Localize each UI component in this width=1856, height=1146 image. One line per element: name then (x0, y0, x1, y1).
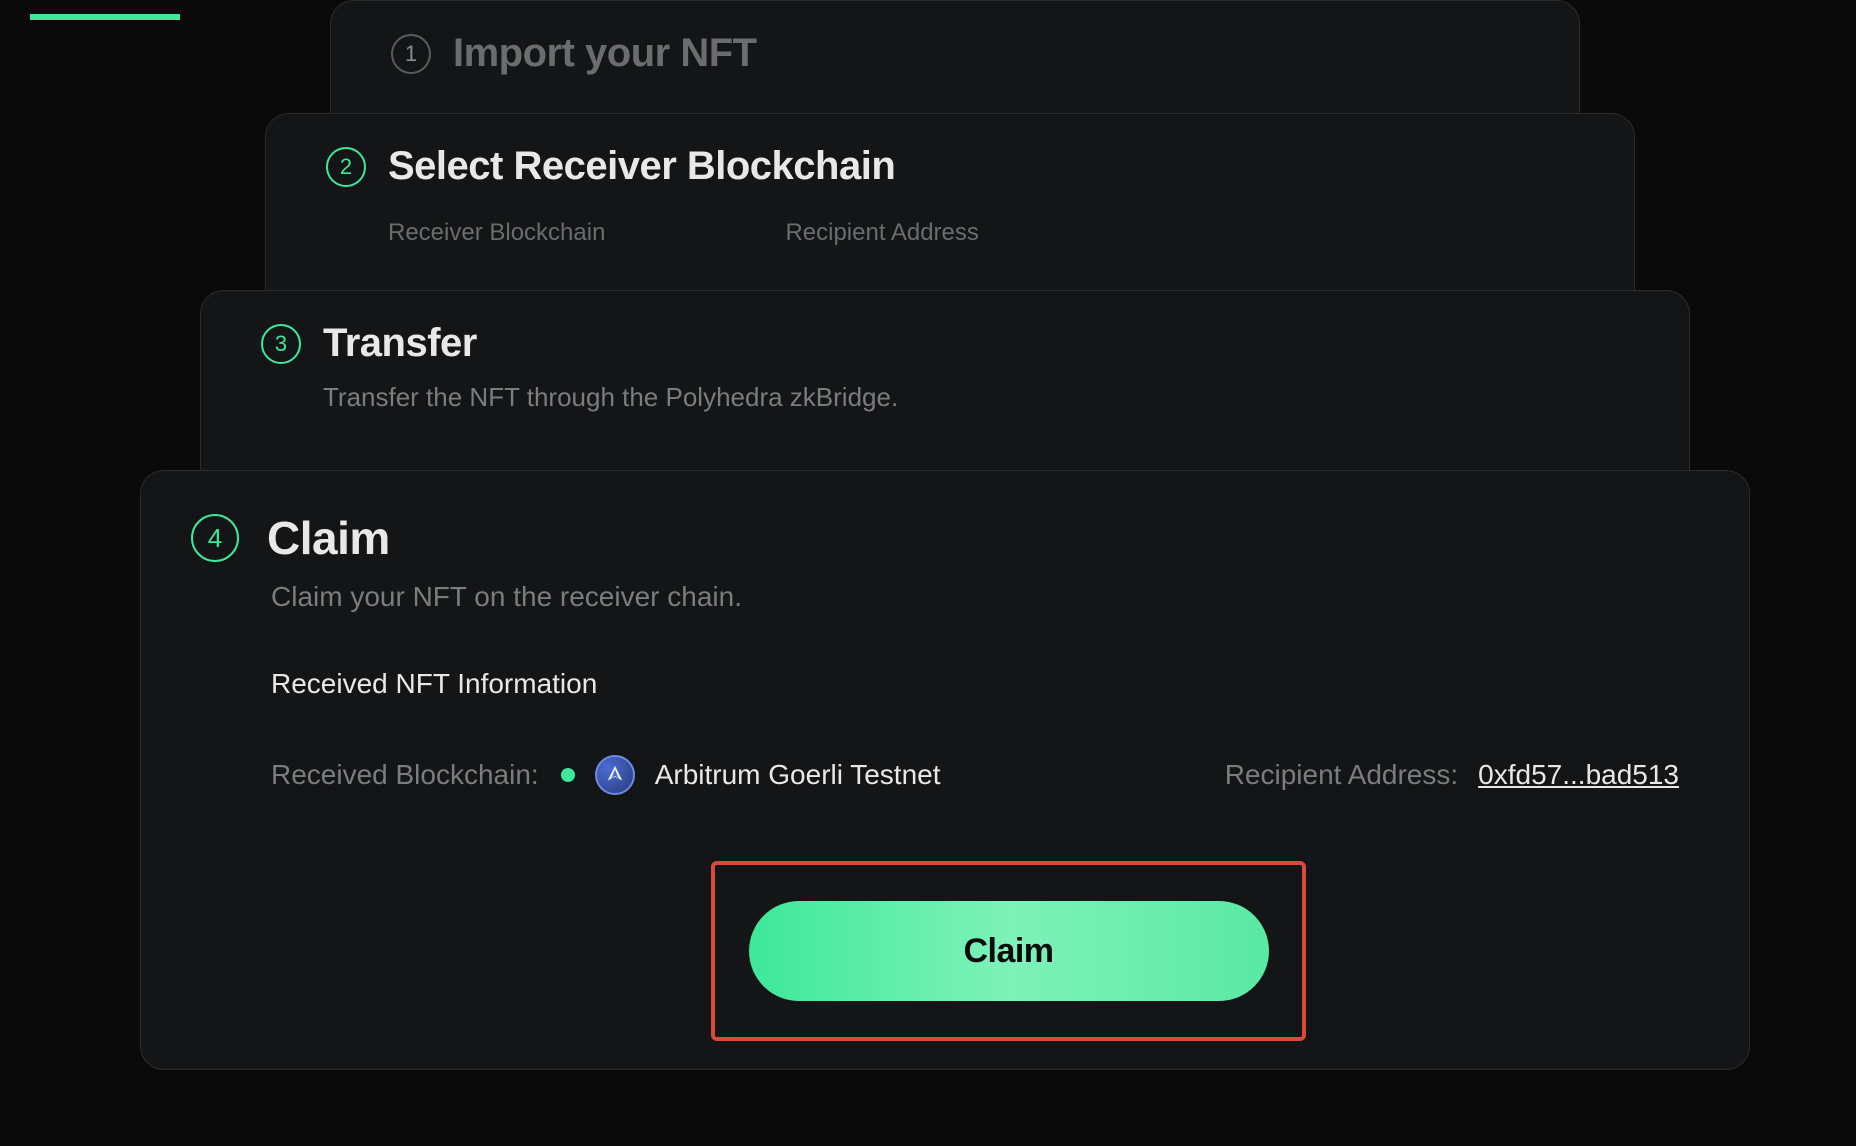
step-2-card: 2 Select Receiver Blockchain Receiver Bl… (265, 113, 1635, 313)
received-nft-info-heading: Received NFT Information (271, 668, 1679, 700)
status-dot-icon (561, 768, 575, 782)
recipient-address-link[interactable]: 0xfd57...bad513 (1478, 759, 1679, 791)
step-3-title: Transfer (323, 321, 477, 366)
received-blockchain-label: Received Blockchain: (271, 759, 539, 791)
claim-highlight-box: Claim (711, 861, 1306, 1041)
step-1-number-badge: 1 (391, 34, 431, 74)
step-4-subtitle: Claim your NFT on the receiver chain. (271, 581, 1679, 613)
step-2-header: 2 Select Receiver Blockchain (326, 144, 1574, 189)
claim-button[interactable]: Claim (749, 901, 1269, 1001)
blockchain-info-row: Received Blockchain: Arbitrum Goerli Tes… (271, 755, 1679, 795)
arbitrum-chain-icon (595, 755, 635, 795)
step-4-number-badge: 4 (191, 514, 239, 562)
step-2-number-badge: 2 (326, 147, 366, 187)
step-3-number-badge: 3 (261, 324, 301, 364)
step-1-title: Import your NFT (453, 31, 757, 76)
step-1-header: 1 Import your NFT (391, 31, 1519, 76)
recipient-address-label: Recipient Address (785, 219, 978, 247)
step-2-fields: Receiver Blockchain Recipient Address (388, 219, 1574, 247)
step-2-title: Select Receiver Blockchain (388, 144, 895, 189)
step-4-card: 4 Claim Claim your NFT on the receiver c… (140, 470, 1750, 1070)
receiver-blockchain-label: Receiver Blockchain (388, 219, 605, 247)
step-3-card: 3 Transfer Transfer the NFT through the … (200, 290, 1690, 490)
step-4-title: Claim (267, 511, 390, 565)
step-3-header: 3 Transfer (261, 321, 1629, 366)
recipient-address-label-claim: Recipient Address: (1225, 759, 1458, 791)
steps-container: 1 Import your NFT 2 Select Receiver Bloc… (0, 0, 1856, 20)
blockchain-name: Arbitrum Goerli Testnet (655, 759, 941, 791)
step-4-header: 4 Claim (191, 511, 1679, 565)
step-3-subtitle: Transfer the NFT through the Polyhedra z… (323, 382, 1629, 413)
address-group: Recipient Address: 0xfd57...bad513 (1225, 759, 1679, 791)
